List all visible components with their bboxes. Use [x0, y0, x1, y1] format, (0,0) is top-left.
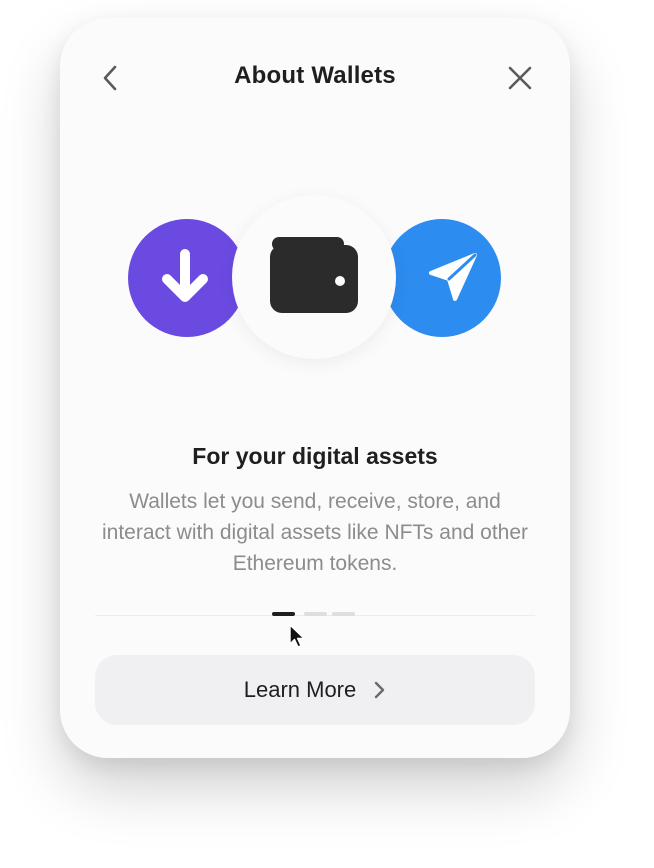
- arrow-down-icon: [162, 249, 208, 302]
- pagination-dots: [272, 612, 362, 618]
- send-icon: [429, 253, 477, 301]
- close-icon: [508, 66, 532, 90]
- modal-title: About Wallets: [234, 62, 396, 89]
- page-dot-3[interactable]: [332, 612, 355, 616]
- chevron-right-icon: [372, 680, 386, 700]
- content-heading: For your digital assets: [192, 443, 438, 469]
- screen: About Wallets For your digital assets Wa…: [0, 0, 654, 868]
- learn-more-button[interactable]: Learn More: [95, 655, 535, 725]
- page-dot-1[interactable]: [272, 612, 295, 616]
- wallet-icon: [270, 237, 358, 313]
- wallet-illustration: [60, 188, 570, 378]
- send-circle: [383, 219, 501, 337]
- learn-more-label: Learn More: [243, 677, 357, 702]
- modal-header: About Wallets: [60, 18, 570, 133]
- receive-circle: [128, 219, 246, 337]
- close-button[interactable]: [498, 56, 542, 100]
- mouse-cursor-icon: [289, 624, 305, 648]
- about-wallets-modal: About Wallets For your digital assets Wa…: [60, 18, 570, 758]
- content-description: Wallets let you send, receive, store, an…: [101, 490, 529, 575]
- page-dot-2[interactable]: [304, 612, 327, 616]
- wallet-circle: [232, 195, 396, 359]
